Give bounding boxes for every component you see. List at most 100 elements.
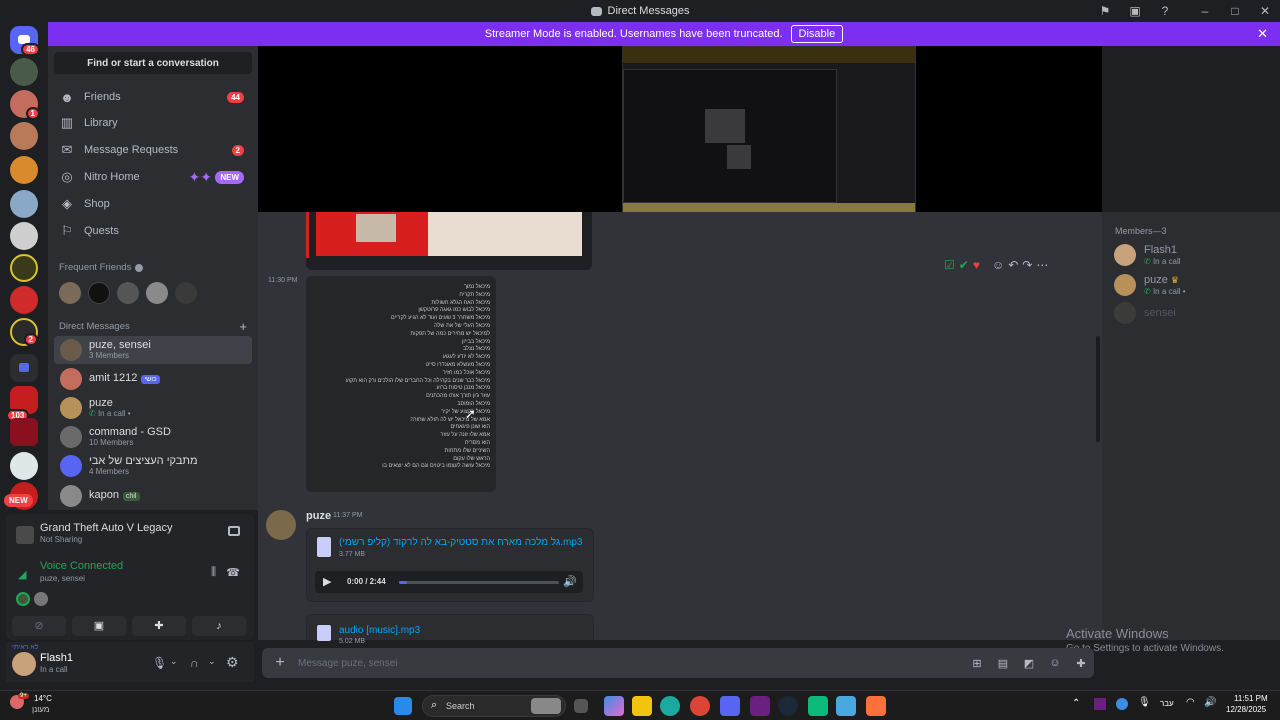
- chrome-icon[interactable]: [690, 696, 710, 716]
- friend-avatar[interactable]: [59, 282, 81, 304]
- friend-avatar[interactable]: [117, 282, 139, 304]
- friend-avatar[interactable]: [88, 282, 110, 304]
- inbox-icon[interactable]: ⚑: [1090, 4, 1120, 18]
- settings-icon[interactable]: ⚙: [226, 654, 239, 671]
- mic-tray-icon[interactable]: 🎙: [1138, 697, 1151, 708]
- disable-button[interactable]: Disable: [790, 25, 844, 43]
- member-item[interactable]: sensei: [1114, 302, 1274, 326]
- avatar[interactable]: [266, 510, 296, 540]
- server-icon[interactable]: [10, 286, 38, 314]
- screen-icon[interactable]: ▣: [1120, 4, 1150, 18]
- gif-icon[interactable]: ▤: [990, 657, 1016, 670]
- file-name[interactable]: audio [music].mp3: [339, 625, 420, 636]
- member-item[interactable]: Flash1 ✆ In a call: [1114, 244, 1274, 268]
- chevron-down-icon[interactable]: ⌄: [170, 656, 178, 667]
- server-icon[interactable]: 1: [10, 90, 40, 120]
- dm-item[interactable]: puze, sensei 3 Members: [54, 336, 252, 364]
- app-icon[interactable]: [750, 696, 770, 716]
- author-name[interactable]: puze: [306, 510, 331, 522]
- more-icon[interactable]: ⋯: [1036, 258, 1048, 272]
- dm-item[interactable]: command - GSD 10 Members: [54, 423, 252, 451]
- file-explorer-icon[interactable]: [632, 696, 652, 716]
- start-icon[interactable]: [394, 697, 412, 715]
- dm-item[interactable]: kapon chil: [54, 482, 252, 510]
- copilot-icon[interactable]: [604, 696, 624, 716]
- stream-view[interactable]: [258, 46, 1102, 213]
- user-name[interactable]: Flash1: [40, 652, 73, 664]
- close-button[interactable]: ✕: [1250, 4, 1280, 18]
- discord-taskbar-icon[interactable]: [720, 696, 740, 716]
- add-attachment-icon[interactable]: +: [262, 654, 298, 672]
- mic-icon[interactable]: 🎙: [152, 656, 167, 670]
- play-icon[interactable]: ▶: [323, 575, 331, 588]
- help-icon[interactable]: ?: [1150, 4, 1180, 18]
- message-input[interactable]: Message puze, sensei: [298, 658, 964, 669]
- chevron-down-icon[interactable]: ⌄: [208, 656, 216, 667]
- file-name[interactable]: גל מלכה מארח את סטטיק-בא לה לרקוד (קליפ …: [339, 537, 582, 548]
- server-icon[interactable]: NEW: [4, 482, 38, 510]
- avatar[interactable]: [12, 652, 36, 676]
- nav-quests[interactable]: ⚐ Quests: [54, 218, 252, 244]
- wifi-icon[interactable]: ◠: [1186, 697, 1195, 708]
- member-item[interactable]: puze ♛ ✆ In a call •: [1114, 274, 1274, 298]
- chevron-up-icon[interactable]: ⌃: [1072, 698, 1080, 709]
- check-reaction-icon[interactable]: ☑: [944, 258, 955, 272]
- notepad-icon[interactable]: [836, 696, 856, 716]
- heart-reaction-icon[interactable]: ♥: [973, 258, 980, 272]
- clock-date[interactable]: 12/28/2025: [1226, 705, 1266, 714]
- progress-bar[interactable]: [399, 581, 559, 584]
- server-icon[interactable]: [10, 156, 38, 184]
- activities-button[interactable]: ✚: [132, 616, 186, 636]
- volume-icon[interactable]: 🔊: [563, 575, 577, 588]
- steam-icon[interactable]: [778, 696, 798, 716]
- app-icon[interactable]: [808, 696, 828, 716]
- home-button[interactable]: 46: [10, 26, 40, 56]
- reply-icon[interactable]: ↶: [1008, 258, 1018, 272]
- server-icon[interactable]: [10, 222, 38, 250]
- nav-shop[interactable]: ◈ Shop: [54, 191, 252, 217]
- search-box[interactable]: ⌕ Search: [422, 695, 566, 717]
- server-icon[interactable]: 103: [6, 386, 38, 422]
- apps-icon[interactable]: ✚: [1068, 657, 1094, 670]
- text-image-attachment[interactable]: מיכאל נמוך מיכאל תקריח מיכאל האח הגלא חשול…: [306, 276, 496, 492]
- nav-nitro-home[interactable]: ◎ Nitro Home ✦✦ NEW: [54, 164, 252, 190]
- image-attachment[interactable]: [306, 212, 592, 270]
- volume-icon[interactable]: 🔊: [1204, 697, 1216, 708]
- server-icon[interactable]: [10, 58, 38, 86]
- add-dm-icon[interactable]: +: [239, 319, 247, 334]
- tray-icon[interactable]: [1116, 698, 1128, 710]
- server-icon[interactable]: [10, 122, 38, 150]
- server-icon[interactable]: [10, 452, 38, 480]
- screen-share-button[interactable]: ▣: [72, 616, 126, 636]
- find-conversation-button[interactable]: Find or start a conversation: [54, 52, 252, 74]
- check-reaction-icon[interactable]: ✔: [959, 258, 969, 272]
- sticker-icon[interactable]: ◩: [1016, 657, 1042, 670]
- edge-icon[interactable]: [660, 696, 680, 716]
- share-screen-icon[interactable]: [228, 526, 240, 536]
- nav-message-requests[interactable]: ✉ Message Requests 2: [54, 137, 252, 163]
- app-icon[interactable]: [866, 696, 886, 716]
- add-reaction-icon[interactable]: ☺: [992, 258, 1004, 272]
- maximize-button[interactable]: □: [1220, 4, 1250, 18]
- task-view-icon[interactable]: [574, 699, 588, 713]
- emoji-icon[interactable]: ☺: [1042, 657, 1068, 669]
- sound-wave-icon[interactable]: ⫼: [211, 566, 216, 579]
- app-tray-icon[interactable]: [1094, 698, 1106, 710]
- dm-item[interactable]: מתבקי העציצים של אבי 4 Members: [54, 452, 252, 480]
- friend-avatar[interactable]: [175, 282, 197, 304]
- dm-item[interactable]: amit 1212 כושי: [54, 365, 252, 393]
- forward-icon[interactable]: ↷: [1022, 258, 1032, 272]
- minimize-button[interactable]: –: [1190, 4, 1220, 18]
- dm-item[interactable]: puze ✆ In a call •: [54, 394, 252, 422]
- gift-icon[interactable]: ⊞: [964, 657, 990, 670]
- info-icon[interactable]: [135, 263, 144, 272]
- server-icon[interactable]: [10, 190, 38, 218]
- close-icon[interactable]: ✕: [1257, 26, 1268, 42]
- server-icon[interactable]: [10, 254, 38, 282]
- nav-library[interactable]: ▥ Library: [54, 110, 252, 136]
- language-indicator[interactable]: עבר: [1160, 699, 1174, 708]
- friend-avatar[interactable]: [146, 282, 168, 304]
- server-icon[interactable]: 2: [10, 318, 38, 346]
- soundboard-button[interactable]: ♪: [192, 616, 246, 636]
- scrollbar[interactable]: [1096, 336, 1100, 442]
